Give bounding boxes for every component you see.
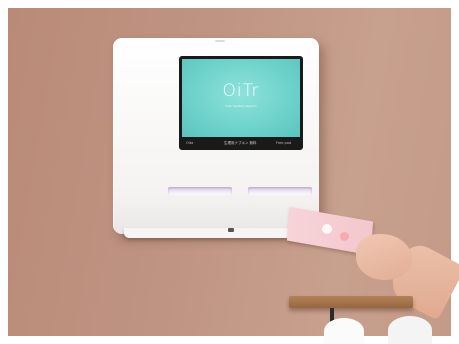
screen-tagline: Free Sanitary Napkin: [225, 104, 257, 108]
napkin-pattern-dot: [340, 232, 349, 241]
screen-status-center: 生理用ナプキン 無料: [224, 141, 257, 145]
sensor-window: [228, 228, 234, 232]
screen-logo: OiTr: [222, 81, 260, 101]
dispense-slot-left[interactable]: [168, 187, 232, 195]
dispenser-bottom-edge: [124, 228, 310, 238]
toilet-paper-roll: [324, 318, 364, 344]
screen-status-left: Oita: [186, 141, 194, 145]
dispenser-top-button[interactable]: [215, 40, 225, 42]
toilet-paper-roll: [388, 316, 432, 344]
dispense-slot-right[interactable]: [248, 187, 312, 195]
screen-status-right: Free pad: [276, 141, 292, 145]
wooden-shelf: [289, 296, 413, 308]
napkin-pattern-dot: [322, 224, 332, 234]
